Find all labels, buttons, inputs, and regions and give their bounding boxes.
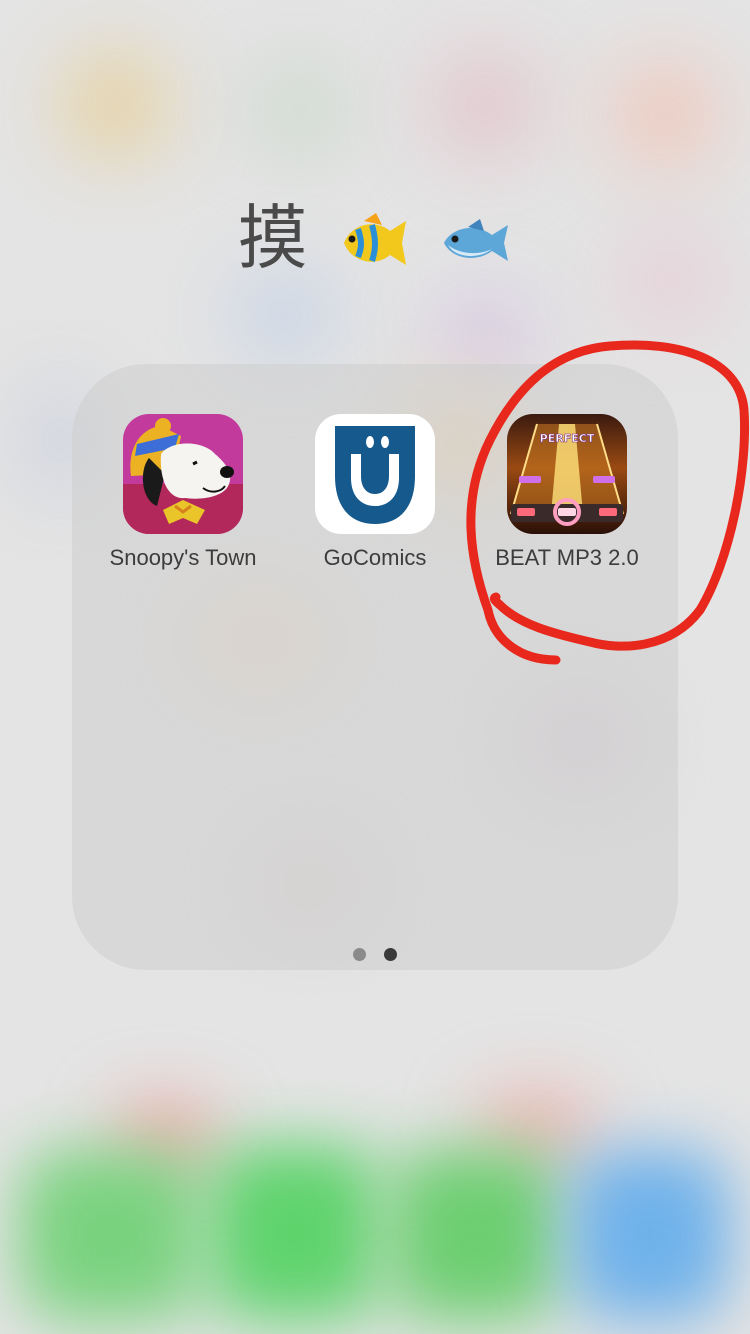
blurred-dock-icon bbox=[210, 1145, 380, 1320]
blurred-app-icon bbox=[430, 50, 540, 160]
snoopy-icon bbox=[123, 414, 243, 534]
blurred-app-icon bbox=[60, 50, 170, 160]
blurred-app-icon bbox=[610, 60, 720, 170]
blurred-dock-icon bbox=[20, 1150, 200, 1320]
blurred-dock-icon bbox=[570, 1150, 730, 1320]
app-label: BEAT MP3 2.0 bbox=[495, 545, 639, 570]
app-label: GoComics bbox=[323, 545, 427, 570]
page-dot-2-active[interactable] bbox=[384, 948, 397, 961]
app-beat-mp3[interactable]: PERFECT BEAT MP3 2.0 bbox=[472, 414, 662, 572]
page-indicator[interactable] bbox=[72, 948, 678, 962]
tropical-fish-icon bbox=[344, 212, 406, 265]
page-dot-1[interactable] bbox=[353, 948, 366, 961]
app-gocomics[interactable]: GoComics bbox=[280, 414, 470, 572]
app-snoopys-town[interactable]: Snoopy's Town bbox=[88, 414, 278, 572]
gocomics-icon bbox=[315, 414, 435, 534]
fish-icon bbox=[444, 218, 509, 261]
folder-title-text: 摸 bbox=[237, 197, 308, 279]
blurred-app-icon bbox=[250, 60, 350, 160]
blurred-app-icon bbox=[230, 270, 340, 360]
folder-panel: Snoopy's Town GoComics PERFECT BEAT MP3 … bbox=[72, 364, 678, 970]
folder-title[interactable]: 摸 bbox=[0, 196, 750, 280]
blurred-dock-icon bbox=[390, 1150, 560, 1320]
beat-mp3-icon: PERFECT bbox=[507, 414, 627, 534]
beat-mp3-icon-text: PERFECT bbox=[540, 432, 595, 445]
app-label: Snoopy's Town bbox=[109, 545, 257, 570]
